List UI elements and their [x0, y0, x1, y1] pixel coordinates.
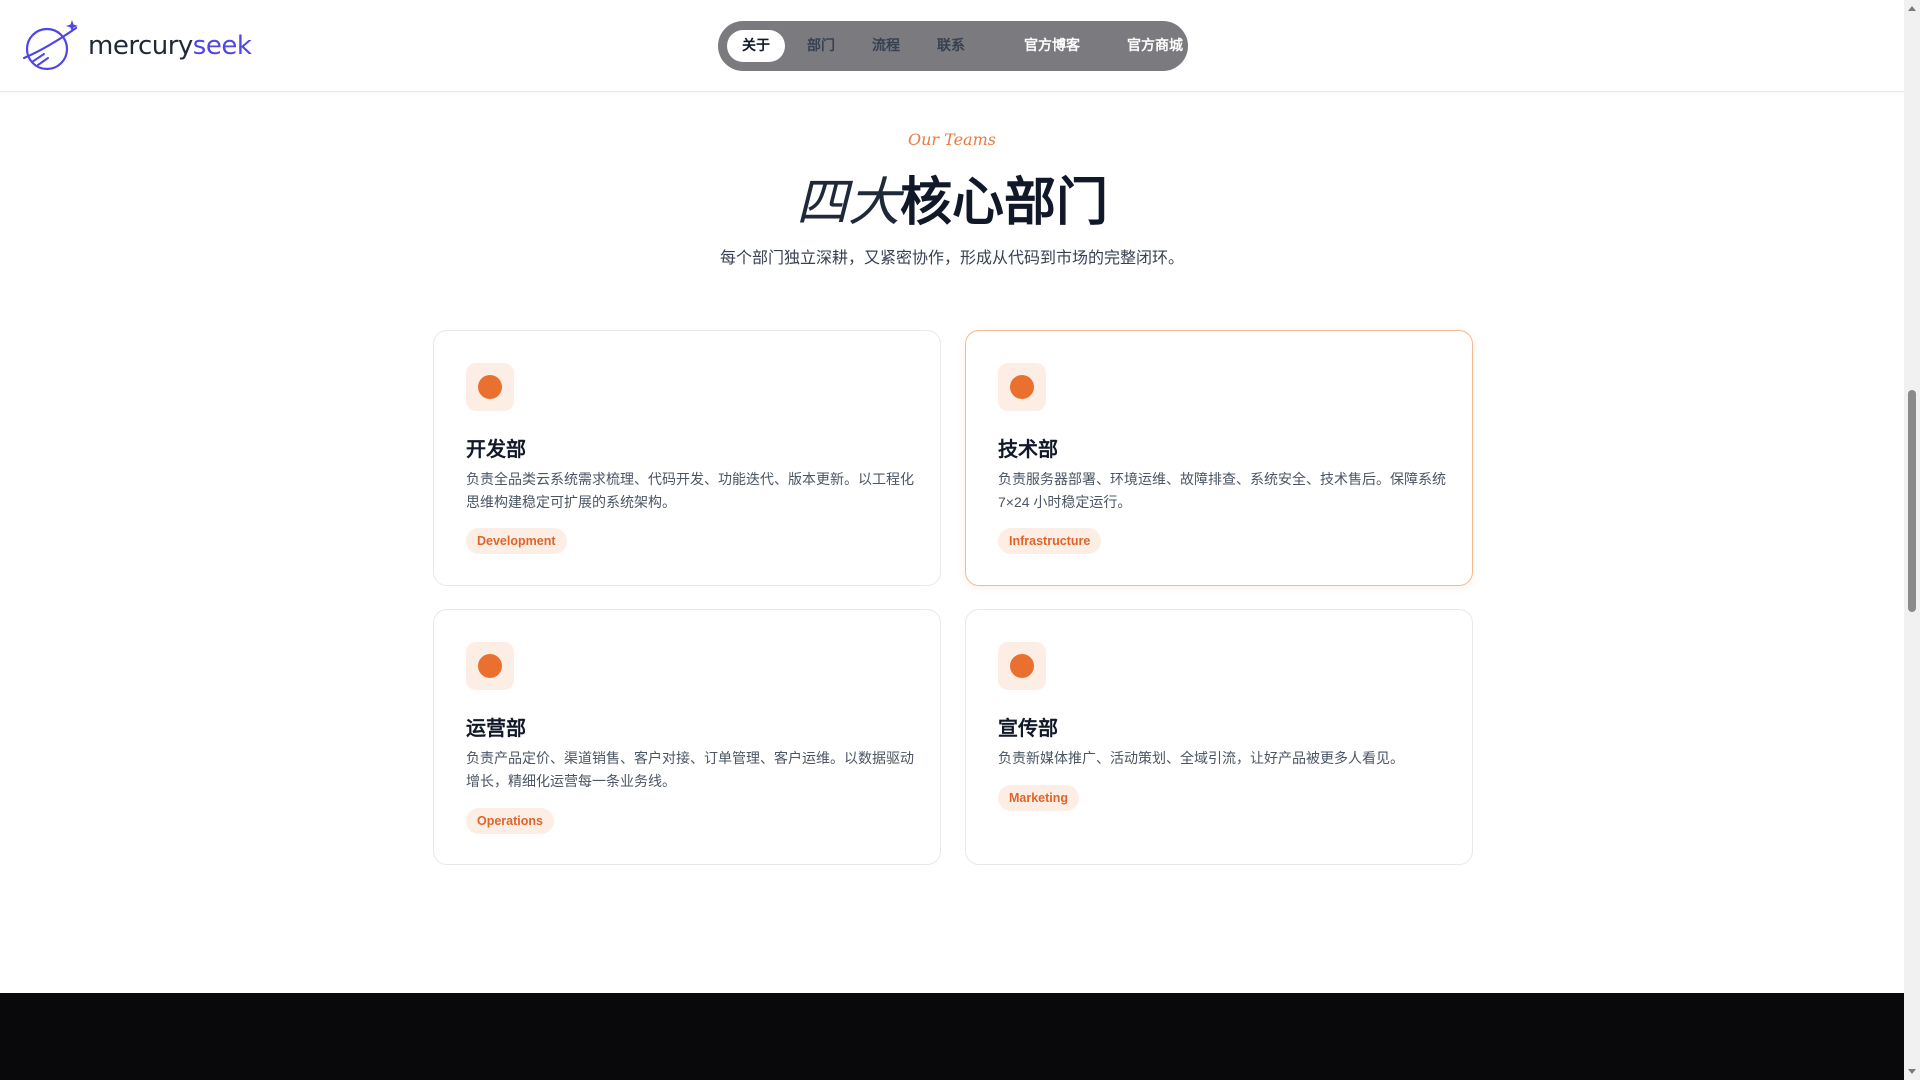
nav-link-store[interactable]: 官方商城	[1112, 30, 1198, 62]
footer	[0, 993, 1904, 1080]
main-nav: 关于 部门 流程 联系 官方博客 官方商城	[718, 21, 1188, 71]
scroll-up-icon[interactable]	[1908, 6, 1916, 11]
department-card-development[interactable]: 开发部 负责全品类云系统需求梳理、代码开发、功能迭代、版本更新。以工程化思维构建…	[433, 330, 941, 586]
department-card-operations[interactable]: 运营部 负责产品定价、渠道销售、客户对接、订单管理、客户运维。以数据驱动增长，精…	[433, 609, 941, 865]
department-dot-icon	[466, 363, 514, 411]
card-tag: Marketing	[998, 785, 1080, 811]
page-scrollbar[interactable]	[1904, 0, 1920, 1080]
section-subtitle: 每个部门独立深耕，又紧密协作，形成从代码到市场的完整闭环。	[719, 250, 1184, 267]
department-card-infrastructure[interactable]: 技术部 负责服务器部署、环境运维、故障排查、系统安全、技术售后。保障系统 7×2…	[965, 330, 1473, 586]
department-dot-icon	[998, 642, 1046, 690]
section-title-light: 四大	[795, 173, 900, 233]
planet-logo-icon	[22, 20, 78, 71]
card-tag: Development	[466, 528, 567, 554]
section-eyebrow: Our Teams	[908, 130, 996, 149]
department-dot-icon	[998, 363, 1046, 411]
card-title: 宣传部	[998, 718, 1058, 740]
brand-name: mercuryseek	[88, 31, 252, 61]
department-dot-icon	[466, 642, 514, 690]
card-title: 开发部	[466, 439, 526, 461]
nav-item-about[interactable]: 关于	[727, 30, 785, 62]
card-description: 负责服务器部署、环境运维、故障排查、系统安全、技术售后。保障系统 7×24 小时…	[998, 471, 1446, 510]
brand-logo[interactable]: mercuryseek	[20, 18, 252, 74]
nav-item-contact[interactable]: 联系	[922, 30, 980, 62]
card-title: 技术部	[998, 439, 1058, 461]
section-title: 四大核心部门	[0, 168, 1904, 238]
nav-item-departments[interactable]: 部门	[792, 30, 850, 62]
nav-link-blog[interactable]: 官方博客	[1009, 30, 1095, 62]
nav-item-process[interactable]: 流程	[857, 30, 915, 62]
site-header: mercuryseek 关于 部门 流程 联系 官方博客 官方商城	[0, 0, 1904, 92]
section-title-bold: 核心部门	[900, 174, 1109, 232]
card-description: 负责全品类云系统需求梳理、代码开发、功能迭代、版本更新。以工程化思维构建稳定可扩…	[466, 471, 914, 510]
card-title: 运营部	[466, 718, 526, 740]
card-tag: Operations	[466, 808, 554, 834]
card-tag: Infrastructure	[998, 528, 1102, 554]
scrollbar-thumb[interactable]	[1908, 390, 1916, 612]
card-description: 负责产品定价、渠道销售、客户对接、订单管理、客户运维。以数据驱动增长，精细化运营…	[466, 750, 914, 789]
department-card-marketing[interactable]: 宣传部 负责新媒体推广、活动策划、全域引流，让好产品被更多人看见。 Market…	[965, 609, 1473, 865]
scroll-down-icon[interactable]	[1908, 1069, 1916, 1074]
card-description: 负责新媒体推广、活动策划、全域引流，让好产品被更多人看见。	[998, 750, 1404, 766]
